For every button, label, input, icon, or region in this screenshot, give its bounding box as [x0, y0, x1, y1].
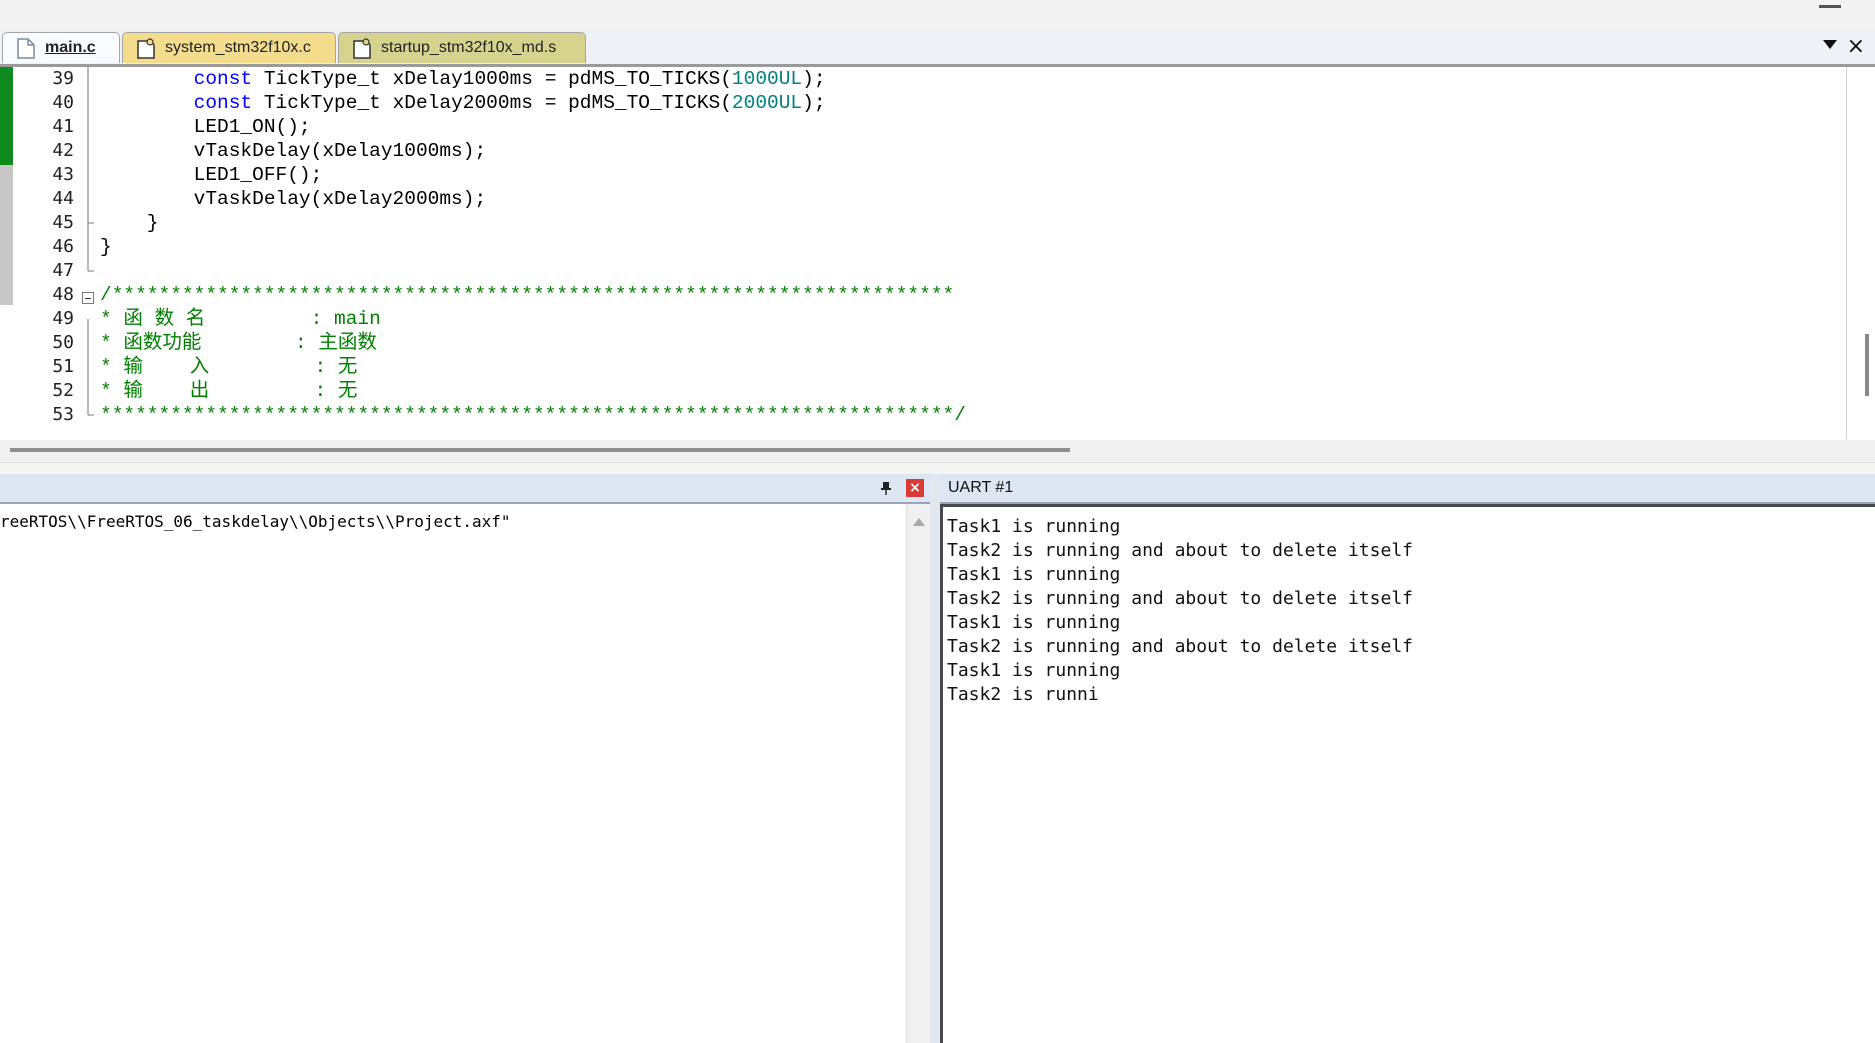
line-number: 48 — [52, 284, 74, 305]
comment-line: ****************************************… — [100, 404, 966, 426]
uart-line: Task1 is running — [947, 612, 1121, 633]
uart-header: UART #1 — [940, 474, 1875, 504]
fold-margin — [87, 67, 94, 416]
line-number-gutter: 39 40 41 42 43 44 45 46 47 48 49 50 51 5… — [14, 67, 76, 427]
tab-main-c[interactable]: main.c — [2, 32, 120, 63]
uart-console[interactable]: Task1 is running Task2 is running and ab… — [940, 504, 1875, 1043]
editor-edge — [1846, 67, 1847, 439]
line-number: 43 — [52, 164, 74, 185]
line-number: 46 — [52, 236, 74, 257]
change-marker — [0, 165, 13, 305]
tab-label: system_stm32f10x.c — [165, 39, 311, 56]
line-number: 50 — [52, 332, 74, 353]
chevron-down-icon[interactable] — [1823, 40, 1837, 49]
line-number: 53 — [52, 404, 74, 425]
uart-line: Task1 is running — [947, 660, 1121, 681]
minimize-icon[interactable] — [1819, 5, 1841, 8]
tab-label: main.c — [45, 39, 96, 56]
uart-line: Task2 is runni — [947, 684, 1099, 705]
code-line: } — [100, 212, 159, 234]
tab-startup-stm32f10x-md-s[interactable]: startup_stm32f10x_md.s — [338, 32, 586, 63]
change-marker-saved — [0, 67, 13, 165]
file-icon — [17, 37, 35, 59]
code-editor[interactable]: 39 40 41 42 43 44 45 46 47 48 49 50 51 5… — [0, 67, 1875, 439]
window-title-bar — [0, 0, 1875, 31]
horizontal-scrollbar[interactable] — [0, 440, 1875, 462]
number-literal: 2000UL — [731, 92, 803, 114]
keyword: const — [193, 68, 253, 90]
fold-collapse-icon[interactable] — [82, 292, 94, 304]
line-number: 44 — [52, 188, 74, 209]
uart-line: Task2 is running and about to delete its… — [947, 636, 1413, 657]
line-number: 52 — [52, 380, 74, 401]
panel-divider[interactable] — [930, 474, 940, 1043]
line-number: 45 — [52, 212, 74, 233]
vertical-scrollbar-thumb[interactable] — [1865, 334, 1869, 396]
keyword: const — [193, 92, 253, 114]
comment-line: * 输 入 : 无 — [100, 356, 358, 378]
code-line: vTaskDelay(xDelay2000ms); — [100, 188, 487, 210]
line-number: 39 — [52, 68, 74, 89]
uart-line: Task1 is running — [947, 564, 1121, 585]
comment-line: /***************************************… — [100, 284, 955, 306]
line-number: 47 — [52, 260, 74, 281]
tab-system-stm32f10x-c[interactable]: system_stm32f10x.c — [122, 32, 336, 63]
close-icon[interactable]: × — [1847, 34, 1865, 59]
code-line: LED1_ON(); — [100, 116, 311, 138]
pin-icon[interactable] — [878, 480, 894, 496]
file-modified-icon — [353, 37, 371, 59]
scroll-up-icon[interactable] — [913, 518, 925, 526]
code-line: const TickType_t xDelay2000ms = pdMS_TO_… — [193, 92, 826, 114]
close-panel-icon[interactable]: × — [906, 479, 924, 497]
code-line: LED1_OFF(); — [100, 164, 323, 186]
line-number: 42 — [52, 140, 74, 161]
uart-line: Task2 is running and about to delete its… — [947, 540, 1413, 561]
tab-label: startup_stm32f10x_md.s — [381, 39, 557, 56]
code-area[interactable]: const TickType_t xDelay1000ms = pdMS_TO_… — [100, 67, 966, 427]
number-literal: 1000UL — [731, 68, 803, 90]
file-modified-icon — [137, 37, 155, 59]
uart-title: UART #1 — [948, 479, 1014, 496]
editor-tab-bar: main.c system_stm32f10x.c startup_stm32f… — [0, 30, 1875, 67]
comment-line: * 函数功能 : 主函数 — [100, 332, 377, 354]
build-output-header: × — [0, 474, 930, 504]
code-line: const TickType_t xDelay1000ms = pdMS_TO_… — [193, 68, 826, 90]
code-line: vTaskDelay(xDelay1000ms); — [100, 140, 487, 162]
uart-line: Task2 is running and about to delete its… — [947, 588, 1413, 609]
line-number: 40 — [52, 92, 74, 113]
line-number: 41 — [52, 116, 74, 137]
code-line: } — [100, 236, 112, 258]
line-number: 51 — [52, 356, 74, 377]
comment-line: * 输 出 : 无 — [100, 380, 358, 402]
comment-line: * 函 数 名 : main — [100, 308, 381, 330]
horizontal-scrollbar-thumb[interactable] — [10, 448, 1070, 452]
uart-line: Task1 is running — [947, 516, 1121, 537]
line-number: 49 — [52, 308, 74, 329]
build-output-text: reeRTOS\\FreeRTOS_06_taskdelay\\Objects\… — [0, 512, 511, 531]
build-output-scrollbar[interactable] — [906, 504, 931, 1043]
build-output-panel[interactable]: reeRTOS\\FreeRTOS_06_taskdelay\\Objects\… — [0, 504, 930, 1043]
